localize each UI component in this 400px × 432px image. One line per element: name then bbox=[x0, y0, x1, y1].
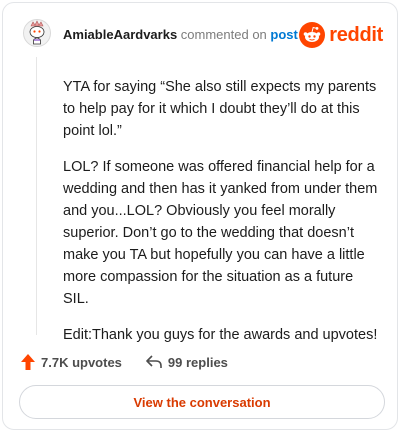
comment-header: AmiableAardvarks commented on post reddi… bbox=[3, 3, 397, 63]
comment-embed-card: AmiableAardvarks commented on post reddi… bbox=[2, 2, 398, 430]
comment-paragraph: LOL? If someone was offered financial he… bbox=[63, 159, 378, 307]
thread-line[interactable] bbox=[36, 57, 37, 335]
brand-wordmark: reddit bbox=[329, 24, 383, 46]
reddit-logo-icon bbox=[299, 22, 326, 48]
comment-paragraph: Edit:Thank you guys for the awards and u… bbox=[63, 327, 378, 343]
upvote-arrow-icon bbox=[21, 354, 35, 370]
comment-paragraph: YTA for saying “She also still expects m… bbox=[63, 79, 377, 139]
upvote-count: 7.7K upvotes bbox=[41, 354, 122, 370]
upvote-button[interactable]: 7.7K upvotes bbox=[21, 354, 122, 370]
view-conversation-button[interactable]: View the conversation bbox=[19, 385, 385, 419]
reply-arrow-icon bbox=[146, 355, 162, 368]
reddit-brand[interactable]: reddit bbox=[299, 21, 383, 49]
comment-actions: 7.7K upvotes 99 replies bbox=[21, 351, 228, 373]
reply-count: 99 replies bbox=[167, 354, 228, 370]
action-text: commented on bbox=[180, 27, 267, 42]
comment-body: YTA for saying “She also still expects m… bbox=[63, 76, 381, 360]
author-name[interactable]: AmiableAardvarks bbox=[63, 27, 177, 42]
post-link[interactable]: post bbox=[270, 27, 297, 42]
avatar[interactable] bbox=[23, 19, 51, 47]
reply-button[interactable]: 99 replies bbox=[146, 355, 228, 370]
author-line: AmiableAardvarks commented on post bbox=[63, 27, 298, 43]
